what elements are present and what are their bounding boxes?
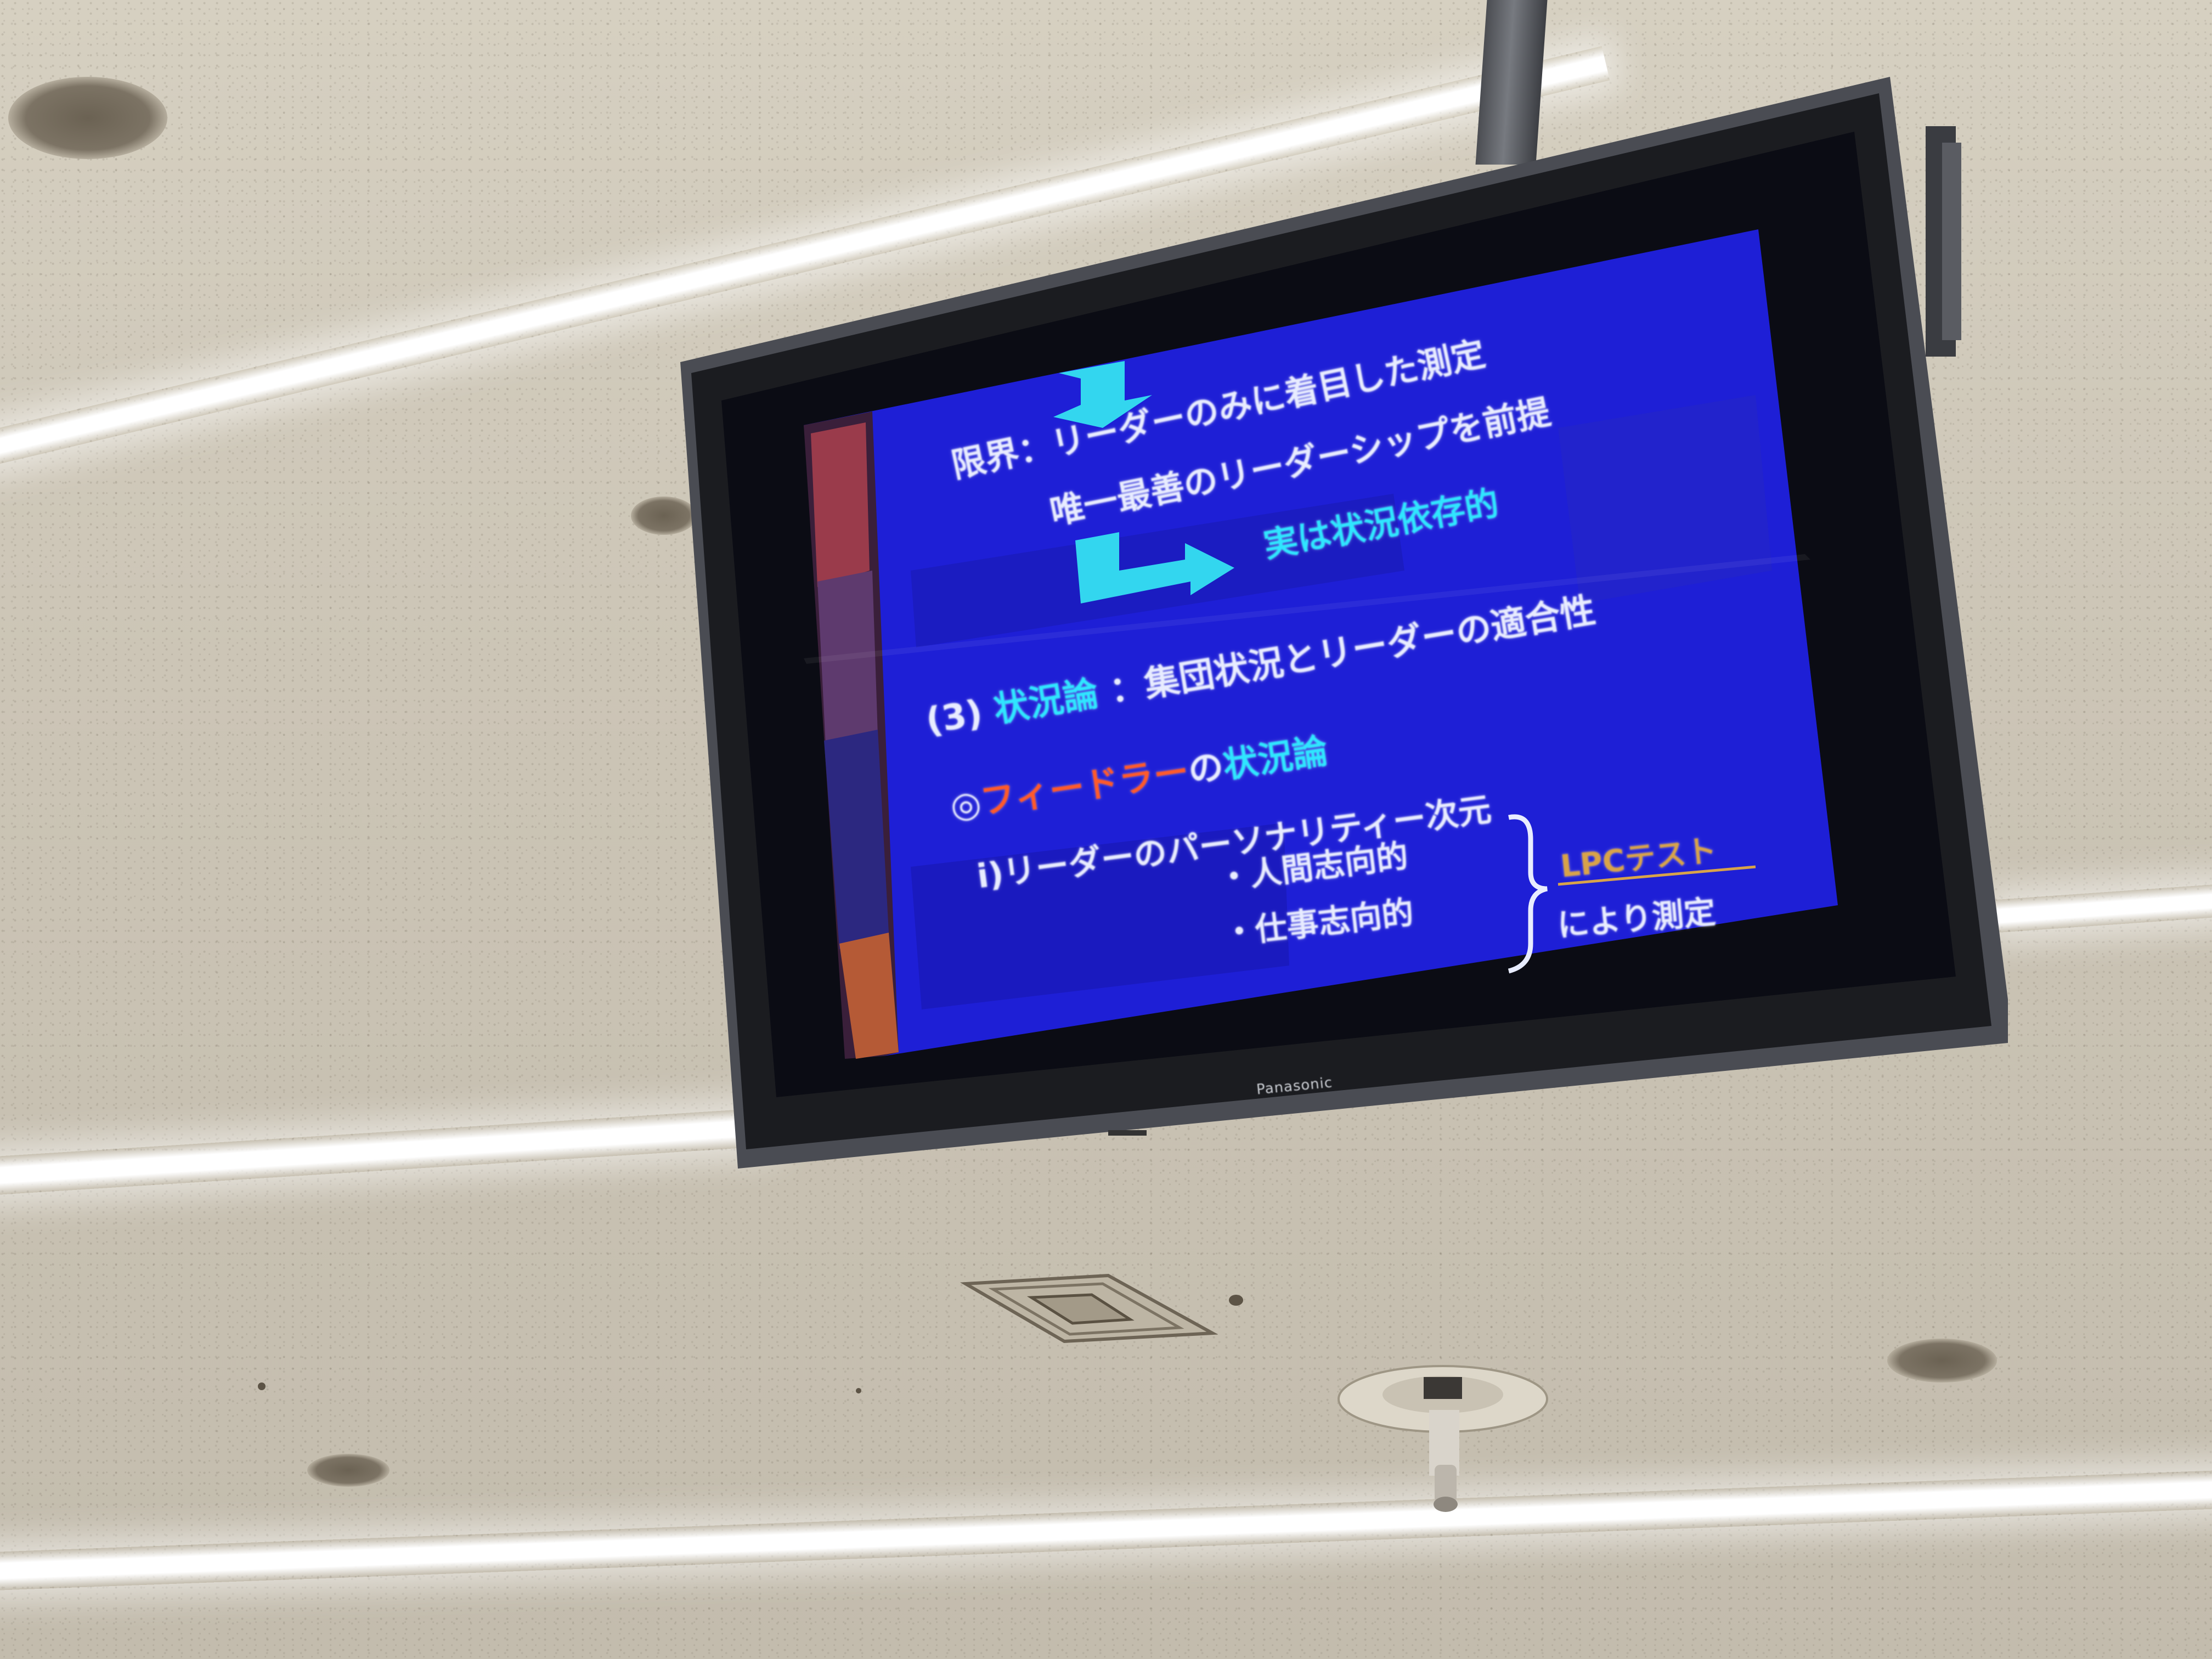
ceiling-spot [258,1383,266,1390]
ceiling-spot [1229,1295,1243,1306]
slide-fiedler-particle: の [1185,746,1227,792]
ceiling-vent [960,1273,1218,1344]
recessed-light [1887,1339,1997,1383]
ceiling-spot [856,1388,861,1393]
hanging-monitor: 限界：リーダーのみに着目した測定 唯一最善のリーダーシップを前提 実は状況依存的… [680,77,2008,1169]
recessed-light [307,1454,390,1487]
ceiling-scene: 限界：リーダーのみに着目した測定 唯一最善のリーダーシップを前提 実は状況依存的… [0,0,2212,1659]
sprinkler-head [1338,1365,1548,1512]
slide-section-number: (3) [923,692,986,742]
recessed-light [8,77,167,159]
